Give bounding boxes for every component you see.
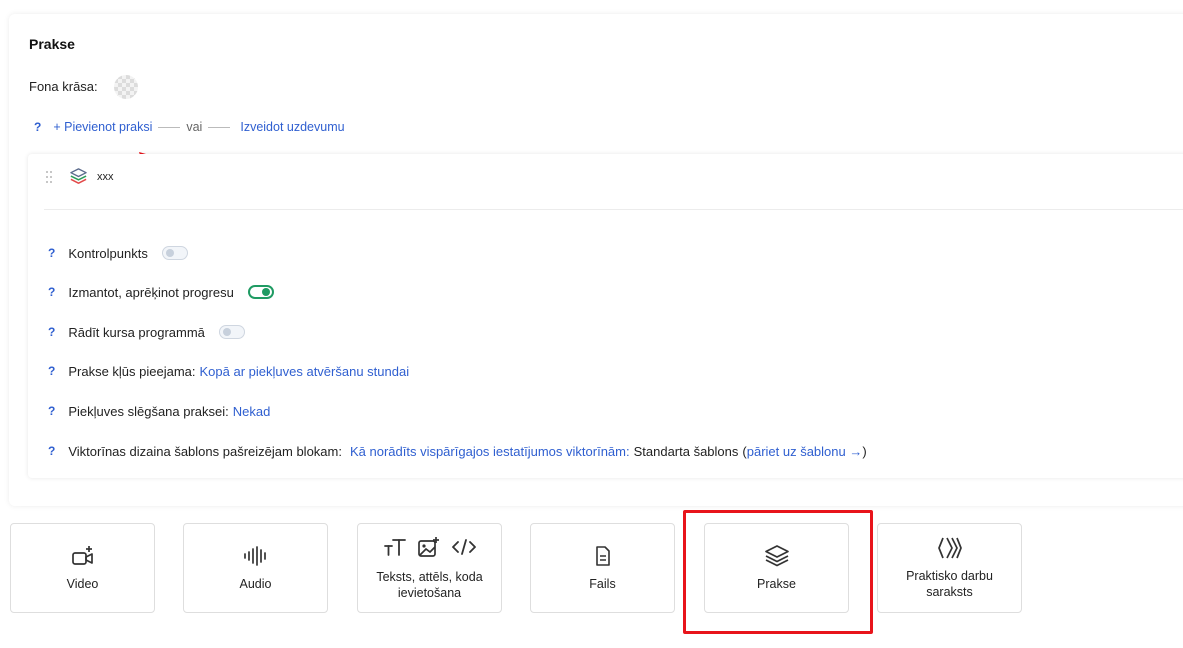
divider-line — [158, 126, 181, 128]
tile-video[interactable]: Video — [10, 523, 155, 613]
option-label: Izmantot, aprēķinot progresu — [68, 284, 234, 300]
closing-value-link[interactable]: Nekad — [233, 404, 271, 419]
option-access: ? Prakse kļūs pieejama: Kopā ar piekļuve… — [48, 362, 409, 380]
practice-item-name[interactable]: xxx — [97, 171, 114, 183]
help-icon[interactable]: ? — [48, 285, 55, 299]
layers-icon — [70, 168, 87, 184]
create-task-link[interactable]: Izveidot uzdevumu — [240, 120, 344, 134]
help-icon[interactable]: ? — [48, 364, 55, 378]
layers-icon — [764, 544, 790, 568]
quiz-settings-link[interactable]: Kā norādīts vispārīgajos iestatījumos vi… — [350, 444, 630, 459]
tile-text-image-code[interactable]: Teksts, attēls, koda ievietošana — [357, 523, 502, 613]
close-paren: ) — [862, 443, 867, 459]
chevrons-list-icon — [937, 536, 963, 560]
drag-handle-icon[interactable] — [45, 170, 53, 184]
option-checkpoint: ? Kontrolpunkts — [48, 244, 188, 262]
tile-label: Prakse — [757, 577, 796, 591]
progress-toggle[interactable] — [247, 285, 274, 299]
option-label: Rādīt kursa programmā — [68, 324, 205, 340]
tile-file[interactable]: Fails — [530, 523, 675, 613]
tile-label: Teksts, attēls, koda ievietošana — [376, 570, 483, 600]
divider-line — [208, 126, 231, 128]
practice-item-panel: xxx ? Kontrolpunkts ? Izmantot, aprēķino… — [28, 154, 1183, 478]
tile-label: Video — [66, 577, 99, 591]
help-icon[interactable]: ? — [48, 325, 55, 339]
access-label: Prakse kļūs pieejama: — [68, 363, 196, 379]
video-add-icon — [71, 544, 95, 568]
tile-label: Fails — [589, 577, 616, 591]
bg-color-picker[interactable] — [114, 75, 138, 99]
option-quiz-template: ? Viktorīnas dizaina šablons pašreizējam… — [48, 442, 867, 460]
quiz-template-value: Standarta šablons — [633, 443, 739, 459]
text-image-code-icon — [383, 535, 476, 559]
option-label: Kontrolpunkts — [68, 245, 148, 261]
goto-template-link[interactable]: pāriet uz šablonu → — [747, 444, 863, 459]
checkpoint-toggle[interactable] — [161, 246, 188, 260]
help-icon[interactable]: ? — [48, 444, 55, 458]
help-icon[interactable]: ? — [34, 120, 41, 134]
option-progress: ? Izmantot, aprēķinot progresu — [48, 283, 274, 301]
tile-practice[interactable]: Prakse — [704, 523, 849, 613]
audio-wave-icon — [243, 544, 269, 568]
tile-audio[interactable]: Audio — [183, 523, 328, 613]
tile-label: Praktisko darbu saraksts — [906, 569, 993, 599]
section-title: Prakse — [29, 36, 75, 52]
file-icon — [595, 544, 611, 568]
add-practice-link[interactable]: + Pievienot praksi — [53, 120, 152, 134]
quiz-template-label: Viktorīnas dizaina šablons pašreizējam b… — [68, 443, 342, 459]
tile-label: Audio — [239, 577, 272, 591]
closing-label: Piekļuves slēgšana praksei: — [68, 403, 229, 419]
show-in-program-toggle[interactable] — [218, 325, 245, 339]
help-icon[interactable]: ? — [48, 246, 55, 260]
tile-practical-works-list[interactable]: Praktisko darbu saraksts — [877, 523, 1022, 613]
help-icon[interactable]: ? — [48, 404, 55, 418]
option-closing: ? Piekļuves slēgšana praksei: Nekad — [48, 402, 270, 420]
bg-color-label: Fona krāsa: — [29, 79, 98, 94]
add-practice-row: ? + Pievienot praksi vai Izveidot uzdevu… — [34, 118, 345, 136]
or-text: vai — [186, 120, 203, 134]
divider — [44, 209, 1183, 210]
practice-section-card: Prakse Fona krāsa: ? + Pievienot praksi … — [9, 14, 1183, 506]
option-show-in-program: ? Rādīt kursa programmā — [48, 323, 245, 341]
access-value-link[interactable]: Kopā ar piekļuves atvēršanu stundai — [200, 364, 410, 379]
